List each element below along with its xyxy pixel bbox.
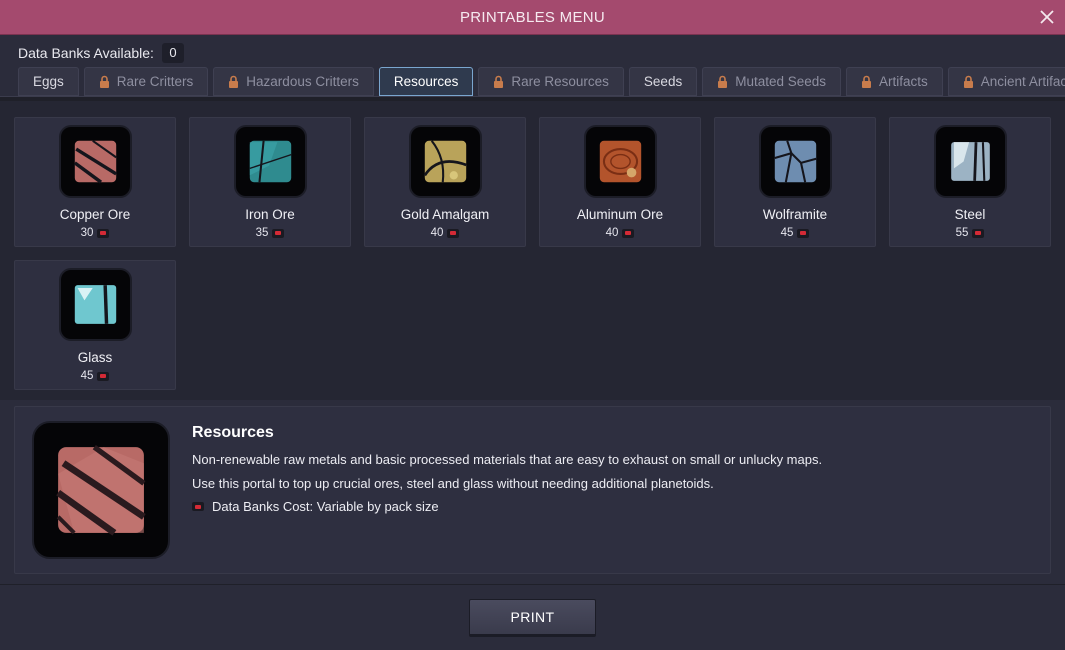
resources-icon xyxy=(32,421,170,559)
info-panel: Resources Non-renewable raw metals and b… xyxy=(14,406,1051,574)
item-grid: Copper Ore 30 Iron Ore 35 Gold Amalgam 40 Alum… xyxy=(0,101,1065,400)
item-cost-value: 35 xyxy=(255,227,269,239)
info-cost: Data Banks Cost: Variable by pack size xyxy=(192,499,439,514)
tab-artifacts[interactable]: Artifacts xyxy=(846,67,943,96)
databank-icon xyxy=(97,371,110,381)
tab-seeds[interactable]: Seeds xyxy=(628,67,698,96)
item-card-glass[interactable]: Glass 45 xyxy=(14,260,176,390)
databank-icon xyxy=(972,228,985,238)
databank-icon xyxy=(192,502,204,511)
item-name: Glass xyxy=(77,350,113,365)
iron-ore-icon xyxy=(234,125,307,198)
databank-icon xyxy=(97,228,110,238)
tab-ancient-artifacts[interactable]: Ancient Artifacts xyxy=(947,67,1065,96)
databanks-label: Data Banks Available: xyxy=(18,45,154,61)
databank-icon xyxy=(447,228,460,238)
tab-label: Rare Critters xyxy=(116,74,194,89)
databanks-available: Data Banks Available: 0 xyxy=(18,42,184,64)
item-name: Wolframite xyxy=(762,207,828,222)
item-card-copper-ore[interactable]: Copper Ore 30 xyxy=(14,117,176,247)
copper-ore-icon xyxy=(59,125,132,198)
tab-label: Eggs xyxy=(33,74,64,89)
tab-label: Artifacts xyxy=(879,74,928,89)
steel-icon xyxy=(934,125,1007,198)
item-cost: 45 xyxy=(715,227,875,239)
glass-icon xyxy=(59,268,132,341)
lock-icon xyxy=(99,75,110,88)
databank-icon xyxy=(797,228,810,238)
item-name: Copper Ore xyxy=(59,207,131,222)
item-cost-value: 40 xyxy=(430,227,444,239)
close-icon xyxy=(1040,10,1054,24)
item-cost-value: 40 xyxy=(605,227,619,239)
info-description-1: Non-renewable raw metals and basic proce… xyxy=(192,452,823,467)
databanks-count: 0 xyxy=(161,43,184,63)
close-button[interactable] xyxy=(1037,7,1057,27)
tab-rare-resources[interactable]: Rare Resources xyxy=(478,67,624,96)
tab-label: Ancient Artifacts xyxy=(980,74,1065,89)
lock-icon xyxy=(493,75,504,88)
tab-eggs[interactable]: Eggs xyxy=(18,67,79,96)
lock-icon xyxy=(963,75,974,88)
info-description-2: Use this portal to top up crucial ores, … xyxy=(192,476,714,491)
item-cost-value: 45 xyxy=(780,227,794,239)
tab-label: Mutated Seeds xyxy=(735,74,827,89)
lock-icon xyxy=(717,75,728,88)
item-cost-value: 55 xyxy=(955,227,969,239)
item-cost-value: 45 xyxy=(80,370,94,382)
item-name: Aluminum Ore xyxy=(576,207,664,222)
item-cost: 55 xyxy=(890,227,1050,239)
item-name: Gold Amalgam xyxy=(400,207,490,222)
window-title: PRINTABLES MENU xyxy=(459,8,606,26)
item-card-steel[interactable]: Steel 55 xyxy=(889,117,1051,247)
category-tabs: Eggs Rare Critters Hazardous Critters Resou… xyxy=(18,67,1065,96)
item-cost: 40 xyxy=(365,227,525,239)
item-cost: 45 xyxy=(15,370,175,382)
tab-rare-critters[interactable]: Rare Critters xyxy=(83,67,209,96)
gold-amalgam-icon xyxy=(409,125,482,198)
tab-resources[interactable]: Resources xyxy=(378,67,474,96)
lock-icon xyxy=(228,75,239,88)
tab-label: Hazardous Critters xyxy=(246,74,359,89)
item-card-gold-amalgam[interactable]: Gold Amalgam 40 xyxy=(364,117,526,247)
tab-label: Seeds xyxy=(643,74,683,89)
aluminum-ore-icon xyxy=(584,125,657,198)
item-card-iron-ore[interactable]: Iron Ore 35 xyxy=(189,117,351,247)
item-card-aluminum-ore[interactable]: Aluminum Ore 40 xyxy=(539,117,701,247)
info-title: Resources xyxy=(192,424,274,441)
item-name: Iron Ore xyxy=(245,207,295,222)
lock-icon xyxy=(861,75,872,88)
item-card-wolframite[interactable]: Wolframite 45 xyxy=(714,117,876,247)
tab-label: Resources xyxy=(393,74,459,89)
item-cost-value: 30 xyxy=(80,227,94,239)
info-cost-text: Data Banks Cost: Variable by pack size xyxy=(212,499,439,514)
tab-label: Rare Resources xyxy=(511,74,609,89)
tab-mutated-seeds[interactable]: Mutated Seeds xyxy=(702,67,842,96)
title-bar: PRINTABLES MENU xyxy=(0,0,1065,35)
tab-hazardous-critters[interactable]: Hazardous Critters xyxy=(213,67,374,96)
item-cost: 30 xyxy=(15,227,175,239)
wolframite-icon xyxy=(759,125,832,198)
item-cost: 35 xyxy=(190,227,350,239)
databank-icon xyxy=(622,228,635,238)
print-button[interactable]: PRINT xyxy=(469,599,596,637)
item-cost: 40 xyxy=(540,227,700,239)
databank-icon xyxy=(272,228,285,238)
footer: PRINT xyxy=(0,584,1065,650)
item-name: Steel xyxy=(954,207,986,222)
